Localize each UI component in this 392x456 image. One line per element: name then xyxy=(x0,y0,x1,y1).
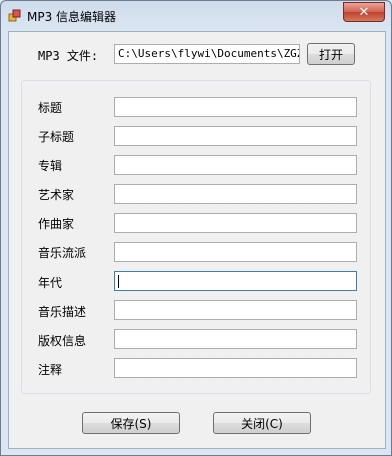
field-label-genre: 音乐流派 xyxy=(38,246,87,260)
field-label-composer: 作曲家 xyxy=(38,217,75,231)
year-input[interactable] xyxy=(114,271,357,291)
album-input[interactable] xyxy=(114,155,357,175)
client-area: MP3 文件: C:\Users\flywi\Documents\ZGZCD 打… xyxy=(8,31,386,449)
field-label-subtitle: 子标题 xyxy=(38,130,75,144)
text-caret xyxy=(118,275,119,288)
field-label-title: 标题 xyxy=(38,101,63,115)
field-label-description: 音乐描述 xyxy=(38,305,87,319)
description-input[interactable] xyxy=(114,300,357,320)
title-input[interactable] xyxy=(114,97,357,117)
save-button[interactable]: 保存(S) xyxy=(82,412,180,434)
comment-input[interactable] xyxy=(114,358,357,378)
app-icon xyxy=(8,9,21,22)
mp3-info-editor-window: MP3 信息编辑器 ✕ MP3 文件: C:\Users\flywi\Docum… xyxy=(0,0,392,456)
close-icon: ✕ xyxy=(358,4,370,20)
title-bar[interactable]: MP3 信息编辑器 ✕ xyxy=(1,1,391,31)
composer-input[interactable] xyxy=(114,213,357,233)
close-window-button[interactable]: ✕ xyxy=(343,2,385,22)
mp3-file-path-field[interactable]: C:\Users\flywi\Documents\ZGZCD xyxy=(114,44,300,64)
field-label-album: 专辑 xyxy=(38,159,63,173)
field-label-artist: 艺术家 xyxy=(38,188,75,202)
subtitle-input[interactable] xyxy=(114,126,357,146)
window-title: MP3 信息编辑器 xyxy=(27,10,117,24)
genre-input[interactable] xyxy=(114,242,357,262)
field-label-year: 年代 xyxy=(38,276,63,290)
artist-input[interactable] xyxy=(114,184,357,204)
close-button[interactable]: 关闭(C) xyxy=(213,412,311,434)
field-label-copyright: 版权信息 xyxy=(38,334,87,348)
mp3-file-label: MP3 文件: xyxy=(38,49,99,63)
field-label-comment: 注释 xyxy=(38,363,63,377)
mp3-file-path-value: C:\Users\flywi\Documents\ZGZCD xyxy=(118,47,300,60)
open-file-button[interactable]: 打开 xyxy=(307,43,355,65)
copyright-input[interactable] xyxy=(114,329,357,349)
